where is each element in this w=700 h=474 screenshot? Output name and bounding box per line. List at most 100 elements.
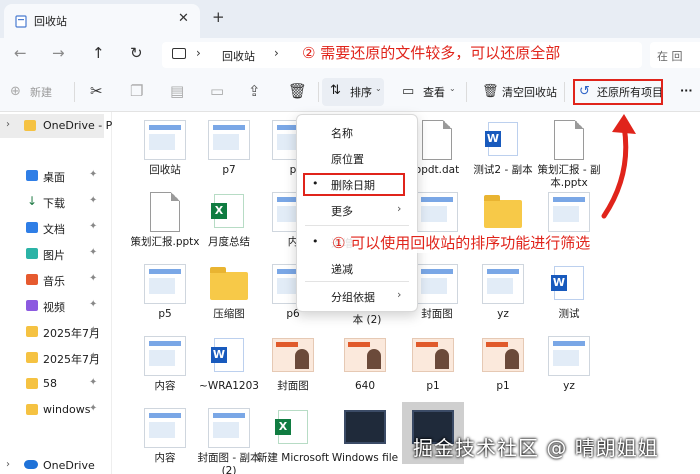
image-thumbnail — [144, 336, 186, 376]
recycle-bin-icon — [15, 15, 27, 28]
pin-icon: ✦ — [89, 195, 98, 206]
sidebar-item-onedrive-personal[interactable]: › OneDrive - P — [0, 114, 112, 138]
sidebar-item-folder-1[interactable]: 2025年7月 ✦ — [0, 320, 110, 344]
word-icon: W — [551, 266, 584, 300]
file-item[interactable]: 封面图 - 副本 (2) — [198, 408, 260, 474]
sidebar-item-videos[interactable]: 视频 ✦ — [0, 294, 110, 318]
more-options-icon[interactable]: ··· — [680, 84, 693, 97]
copy-icon[interactable]: ❐ — [130, 82, 143, 100]
pin-icon: ✦ — [89, 299, 98, 310]
navigation-pane: › OneDrive - P 桌面 ✦ ↓ 下载 ✦ 文档 ✦ 图片 ✦ 音乐 … — [0, 112, 112, 474]
chevron-right-icon[interactable]: › — [6, 119, 10, 130]
file-item[interactable]: p7 — [198, 120, 260, 190]
menu-item-group-by[interactable]: 分组依据 › — [297, 283, 417, 309]
file-item[interactable]: 内容 — [134, 408, 196, 474]
file-explorer-window: 回收站 ✕ + ← → ↑ ↻ › 回收站 › 在 回 ⊕ 新建 ✂ ❐ ▤ ▭… — [0, 0, 700, 474]
cut-icon[interactable]: ✂ — [90, 82, 103, 100]
sidebar-item-music[interactable]: 音乐 ✦ — [0, 268, 110, 292]
file-name: 封面图 - 副本 (2) — [197, 452, 261, 474]
view-icon: ▭ — [402, 84, 415, 99]
folder-icon — [24, 120, 36, 131]
file-item[interactable]: p1 — [402, 336, 464, 406]
image-thumbnail — [144, 120, 186, 160]
file-item[interactable]: W ~WRA1203 — [198, 336, 260, 406]
file-item[interactable]: W 测试 — [538, 264, 600, 334]
back-icon[interactable]: ← — [14, 44, 27, 62]
breadcrumb-location[interactable]: 回收站 — [222, 48, 255, 64]
view-button[interactable]: 查看 — [423, 84, 445, 100]
sidebar-item-pictures[interactable]: 图片 ✦ — [0, 242, 110, 266]
menu-item-descending[interactable]: 递减 — [297, 255, 417, 281]
chevron-right-icon[interactable]: › — [6, 459, 10, 470]
file-name: 640 — [354, 380, 376, 392]
search-input[interactable]: 在 回 — [650, 42, 700, 68]
restore-all-highlight — [573, 79, 663, 105]
sidebar-item-folder-2[interactable]: 2025年7月 ✦ — [0, 346, 110, 370]
sidebar-item-label: 下载 — [43, 197, 65, 210]
file-item[interactable]: 压缩图 — [198, 264, 260, 334]
image-thumbnail — [548, 192, 590, 232]
file-item[interactable]: X 月度总结 — [198, 192, 260, 262]
toolbar-divider — [74, 82, 75, 102]
sidebar-item-folder-58[interactable]: 58 ✦ — [0, 372, 110, 396]
file-item[interactable]: 策划汇报.pptx — [131, 192, 200, 262]
file-item[interactable]: yz — [472, 264, 534, 334]
file-name: 月度总结 — [208, 236, 250, 248]
file-item[interactable]: 内容 — [134, 336, 196, 406]
new-button[interactable]: 新建 — [30, 84, 52, 100]
paste-icon[interactable]: ▤ — [170, 82, 184, 100]
close-tab-icon[interactable]: ✕ — [178, 11, 189, 26]
sort-label: 排序 — [350, 86, 372, 99]
rename-icon[interactable]: ▭ — [210, 82, 224, 100]
sidebar-item-desktop[interactable]: 桌面 ✦ — [0, 164, 110, 188]
cloud-icon — [24, 460, 38, 469]
menu-item-sort-name[interactable]: 名称 — [297, 119, 417, 145]
image-thumbnail — [482, 338, 524, 372]
menu-item-sort-location[interactable]: 原位置 — [297, 145, 417, 171]
image-thumbnail — [548, 336, 590, 376]
search-placeholder: 在 回 — [657, 50, 683, 63]
empty-recycle-bin-button[interactable]: 清空回收站 — [502, 84, 557, 100]
file-name: 测试2 - 副本 — [473, 164, 533, 176]
chevron-right-icon[interactable]: › — [196, 46, 201, 60]
up-icon[interactable]: ↑ — [92, 44, 105, 62]
file-name: 压缩图 — [213, 308, 245, 320]
sidebar-item-documents[interactable]: 文档 ✦ — [0, 216, 110, 240]
excel-icon: X — [275, 410, 308, 444]
folder-icon — [26, 352, 38, 363]
file-item[interactable]: 640 — [334, 336, 396, 406]
delete-icon[interactable]: 🗑 — [288, 82, 307, 100]
watermark: 掘金技术社区 @ 晴朗姐姐 — [413, 436, 659, 460]
pin-icon: ✦ — [89, 325, 98, 336]
file-item[interactable]: p5 — [134, 264, 196, 334]
sidebar-item-label: 58 — [43, 377, 57, 390]
image-thumbnail — [144, 408, 186, 448]
sidebar-item-onedrive[interactable]: › OneDrive — [0, 454, 110, 474]
forward-icon[interactable]: → — [52, 44, 65, 62]
file-icon — [422, 120, 452, 160]
sort-button[interactable]: ⇅ 排序 ⌄ — [322, 78, 384, 106]
image-thumbnail — [208, 408, 250, 448]
file-item[interactable]: 封面图 — [262, 336, 324, 406]
file-item[interactable]: yz — [538, 336, 600, 406]
annotation-sort-note: ① 可以使用回收站的排序功能进行筛选 — [330, 232, 593, 253]
file-item[interactable]: Windows file — [332, 408, 398, 474]
chevron-right-icon[interactable]: › — [274, 46, 279, 60]
file-item[interactable]: X 新建 Microsoft — [257, 408, 329, 474]
folder-icon — [484, 195, 522, 228]
new-tab-button[interactable]: + — [212, 8, 225, 26]
file-item[interactable]: p1 — [472, 336, 534, 406]
file-item[interactable]: W 测试2 - 副本 — [472, 120, 534, 190]
menu-item-more[interactable]: 更多 › — [297, 197, 417, 223]
file-item[interactable]: 回收站 — [134, 120, 196, 190]
tab-recycle-bin[interactable]: 回收站 ✕ — [4, 4, 200, 38]
share-icon[interactable]: ⇪ — [248, 82, 261, 100]
sidebar-item-windows[interactable]: windows ✦ — [0, 398, 110, 422]
sidebar-item-label: OneDrive - P — [43, 119, 113, 132]
refresh-icon[interactable]: ↻ — [130, 44, 143, 62]
download-icon: ↓ — [27, 194, 38, 208]
file-icon — [554, 120, 584, 160]
pin-icon: ✦ — [89, 247, 98, 258]
sidebar-item-downloads[interactable]: ↓ 下载 ✦ — [0, 190, 110, 214]
chevron-down-icon: ⌄ — [449, 84, 456, 93]
